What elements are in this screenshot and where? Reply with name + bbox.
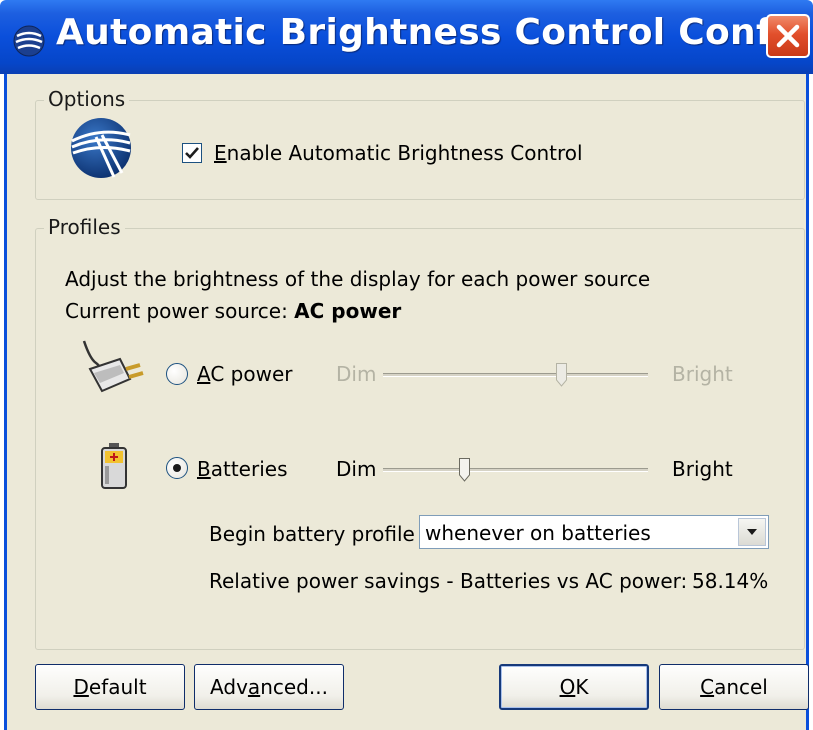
batteries-brightness-slider[interactable] xyxy=(383,456,648,484)
ac-power-label[interactable]: AC power xyxy=(197,362,292,386)
begin-profile-dropdown[interactable]: whenever on batteries xyxy=(419,515,769,549)
ac-brightness-slider[interactable] xyxy=(383,361,648,389)
battery-icon xyxy=(100,442,128,495)
title-bar[interactable]: Automatic Brightness Control Config... xyxy=(0,0,813,74)
ac-slider-thumb[interactable] xyxy=(556,363,567,387)
batteries-slider-track xyxy=(383,468,648,472)
advanced-button[interactable]: Advanced... xyxy=(194,664,344,710)
batteries-dim-label: Dim xyxy=(336,457,377,481)
profiles-group-label: Profiles xyxy=(44,215,125,239)
batteries-slider-thumb[interactable] xyxy=(459,458,470,482)
ac-slider-track xyxy=(383,373,648,377)
dropdown-arrow-button[interactable] xyxy=(738,518,766,546)
power-savings-value: 58.14% xyxy=(692,569,769,593)
begin-profile-value: whenever on batteries xyxy=(425,521,651,545)
ok-button[interactable]: OK xyxy=(499,664,649,710)
profiles-group: Profiles Adjust the brightness of the di… xyxy=(35,215,805,650)
chevron-down-icon xyxy=(739,526,765,550)
profiles-description: Adjust the brightness of the display for… xyxy=(65,267,651,291)
ac-dim-label: Dim xyxy=(336,362,377,386)
enable-abc-checkbox[interactable] xyxy=(182,143,202,163)
options-group: Options Enable Automatic Brightness Cont… xyxy=(35,87,805,200)
begin-profile-label: Begin battery profile xyxy=(209,522,415,546)
enable-abc-label[interactable]: Enable Automatic Brightness Control xyxy=(214,141,583,165)
intel-logo-icon xyxy=(70,117,132,184)
batteries-radio[interactable] xyxy=(166,457,188,479)
default-button[interactable]: Default xyxy=(35,664,185,710)
batteries-label[interactable]: Batteries xyxy=(197,457,287,481)
batteries-bright-label: Bright xyxy=(672,457,733,481)
radio-selected-dot xyxy=(173,464,181,472)
ac-bright-label: Bright xyxy=(672,362,733,386)
options-group-label: Options xyxy=(44,87,130,111)
brightness-app-icon xyxy=(12,24,46,58)
current-power-source: Current power source: AC power xyxy=(65,299,402,323)
close-button[interactable] xyxy=(766,14,810,58)
cancel-button[interactable]: Cancel xyxy=(659,664,809,710)
dialog-window: Automatic Brightness Control Config... O… xyxy=(0,0,813,730)
power-savings-label: Relative power savings - Batteries vs AC… xyxy=(209,569,688,593)
ac-power-radio[interactable] xyxy=(166,363,188,385)
window-title: Automatic Brightness Control Config... xyxy=(56,12,813,53)
dialog-body: Options Enable Automatic Brightness Cont… xyxy=(4,74,809,730)
ac-plug-icon xyxy=(80,339,146,402)
checkmark-icon xyxy=(185,147,199,159)
